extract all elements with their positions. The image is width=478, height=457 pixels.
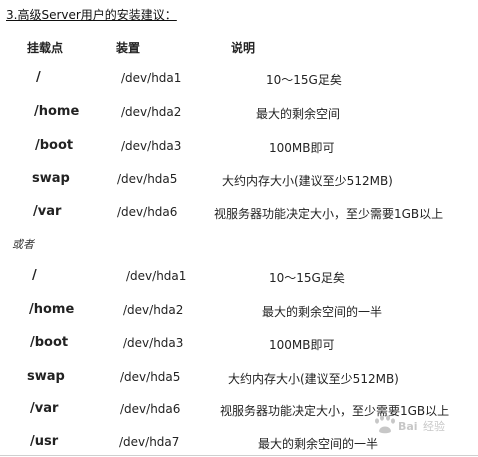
table-row-desc: 视服务器功能决定大小，至少需要1GB以上	[214, 207, 444, 221]
table-row-mount: /var	[30, 401, 59, 416]
table-row-device: /dev/hda6	[120, 402, 181, 416]
table-row-mount: /	[36, 70, 41, 85]
alternative-label: 或者	[12, 238, 34, 251]
table-row-desc: 10～15G足矣	[269, 271, 345, 285]
table-row-desc: 大约内存大小(建议至少512MB)	[228, 372, 399, 386]
table-row-mount: /home	[29, 302, 75, 317]
column-header-mount: 挂载点	[27, 41, 64, 55]
table-row-mount: /boot	[35, 138, 74, 153]
table-row-mount: /	[32, 268, 37, 283]
table-row-desc: 10～15G足矣	[266, 73, 342, 87]
table-row-mount: /boot	[30, 335, 69, 350]
table-row-device: /dev/hda2	[123, 303, 184, 317]
bottom-divider	[0, 455, 478, 456]
section-heading: 3.高级Server用户的安装建议：	[6, 8, 177, 22]
table-row-desc: 最大的剩余空间	[256, 107, 341, 121]
table-row-device: /dev/hda1	[121, 71, 182, 85]
table-row-desc: 100MB即可	[269, 338, 335, 352]
table-row-device: /dev/hda7	[119, 435, 180, 449]
table-row-mount: /var	[33, 204, 62, 219]
table-row-mount: swap	[32, 171, 70, 186]
table-row-desc: 最大的剩余空间的一半	[258, 437, 379, 451]
table-row-desc: 100MB即可	[269, 141, 335, 155]
table-row-device: /dev/hda5	[120, 370, 181, 384]
table-row-desc: 最大的剩余空间的一半	[262, 305, 383, 319]
table-row-device: /dev/hda3	[123, 336, 184, 350]
column-header-device: 装置	[116, 41, 141, 55]
table-row-mount: /home	[34, 104, 80, 119]
table-row-device: /dev/hda5	[117, 172, 178, 186]
table-row-device: /dev/hda1	[126, 269, 187, 283]
table-row-desc: 大约内存大小(建议至少512MB)	[222, 174, 393, 188]
svg-text:经验: 经验	[423, 419, 445, 433]
svg-text:Bai: Bai	[398, 420, 418, 433]
table-row-device: /dev/hda2	[121, 105, 182, 119]
column-header-desc: 说明	[231, 41, 256, 55]
table-row-mount: swap	[27, 369, 65, 384]
table-row-device: /dev/hda3	[121, 139, 182, 153]
document-page: 3.高级Server用户的安装建议： 挂载点 装置 说明 / /dev/hda1…	[0, 0, 478, 457]
table-row-device: /dev/hda6	[117, 205, 178, 219]
baidu-jingyan-watermark-icon: Bai 经验	[375, 415, 445, 434]
table-row-mount: /usr	[30, 434, 59, 449]
